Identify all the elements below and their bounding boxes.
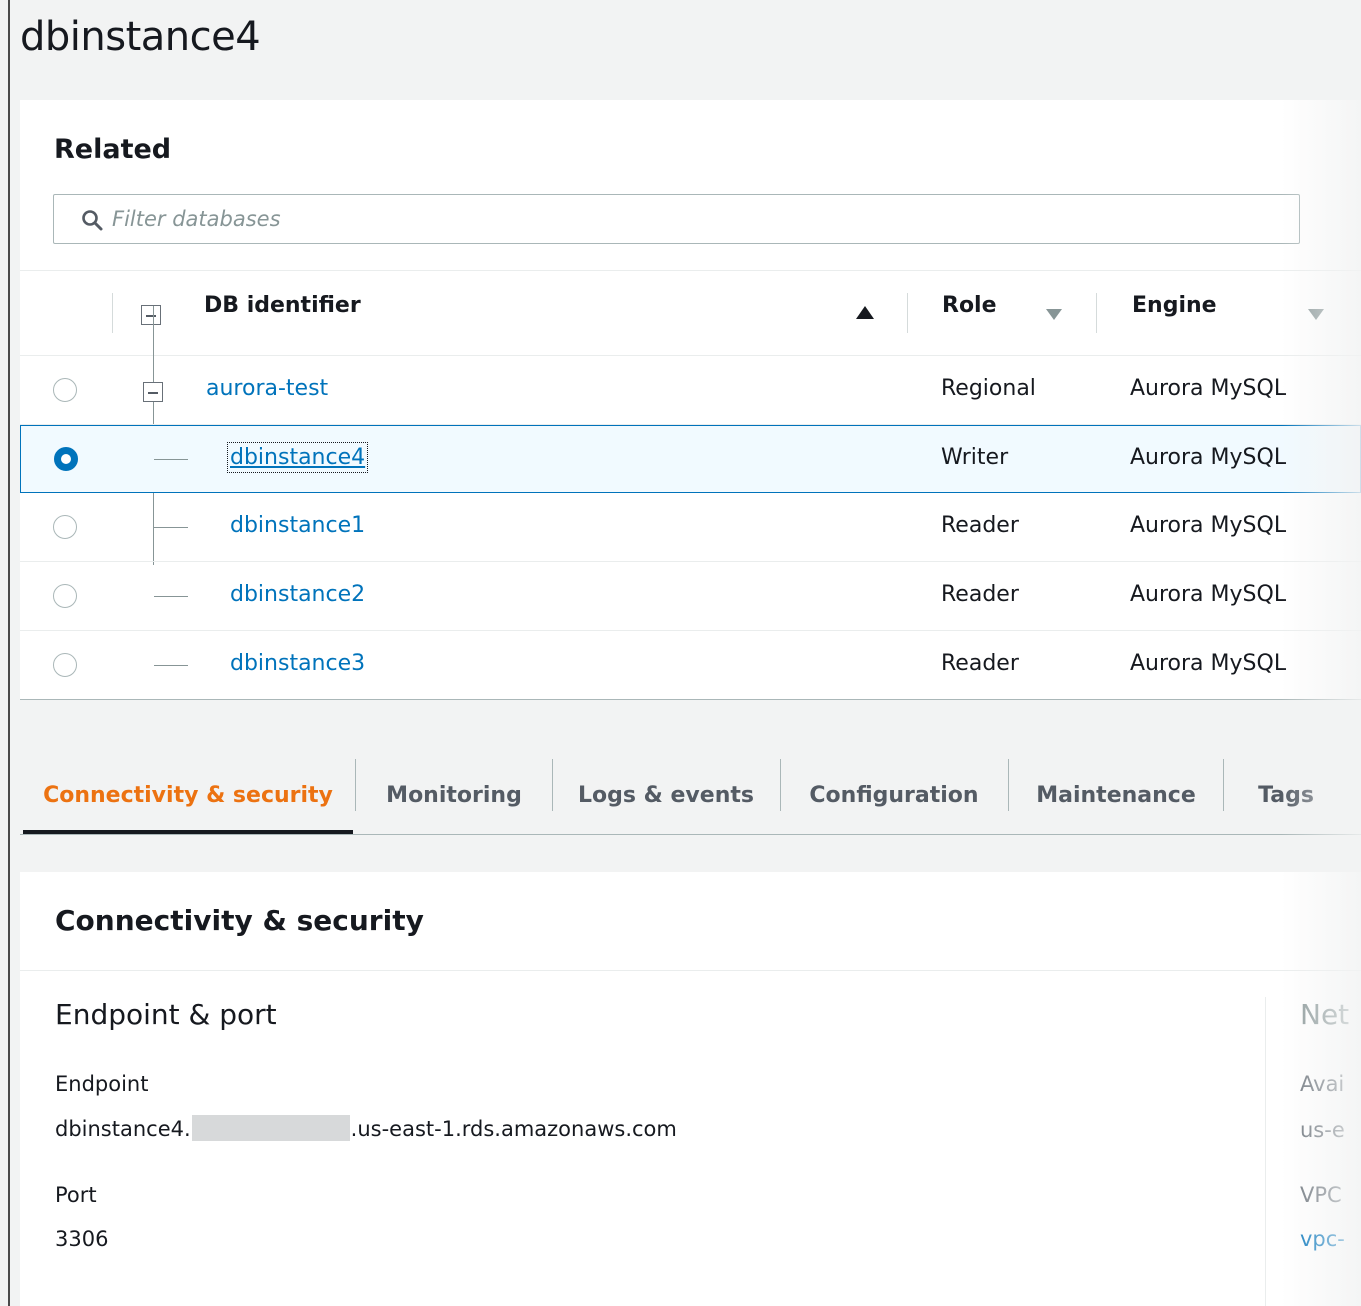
tree-connector xyxy=(154,527,188,528)
table-row-selected[interactable]: dbinstance4 Writer Aurora MySQL xyxy=(20,425,1361,493)
endpoint-suffix: .us-east-1.rds.amazonaws.com xyxy=(350,1117,677,1141)
engine-cell: Aurora MySQL xyxy=(1130,513,1287,538)
port-value: 3306 xyxy=(55,1227,109,1251)
db-identifier-link[interactable]: dbinstance2 xyxy=(230,582,365,607)
db-identifier-link[interactable]: dbinstance4 xyxy=(226,442,369,473)
sort-descending-icon[interactable] xyxy=(1046,309,1062,320)
vpc-link[interactable]: vpc- xyxy=(1300,1227,1345,1251)
endpoint-port-heading: Endpoint & port xyxy=(55,998,277,1031)
networking-heading: Net xyxy=(1300,998,1350,1031)
tree-connector xyxy=(154,459,188,460)
row-radio[interactable] xyxy=(53,515,77,539)
engine-cell: Aurora MySQL xyxy=(1130,582,1287,607)
db-identifier-link[interactable]: aurora-test xyxy=(206,376,328,401)
db-identifier-link[interactable]: dbinstance1 xyxy=(230,513,365,538)
column-header-db-identifier[interactable]: DB identifier xyxy=(204,293,361,318)
tree-connector xyxy=(154,665,188,666)
row-radio[interactable] xyxy=(53,584,77,608)
role-cell: Reader xyxy=(941,582,1019,607)
table-row[interactable]: dbinstance3 Reader Aurora MySQL xyxy=(20,631,1361,699)
row-radio-checked[interactable] xyxy=(54,447,78,471)
role-cell: Reader xyxy=(941,651,1019,676)
tree-connector xyxy=(154,596,188,597)
related-panel: Related DB identifier Role Engine aurora… xyxy=(20,100,1361,700)
availability-zone-label: Avai xyxy=(1300,1072,1345,1096)
role-cell: Regional xyxy=(941,376,1036,401)
engine-cell: Aurora MySQL xyxy=(1130,445,1287,470)
sort-ascending-icon[interactable] xyxy=(856,306,874,319)
column-separator xyxy=(907,293,908,333)
tab-monitoring[interactable]: Monitoring xyxy=(356,755,552,835)
page-title: dbinstance4 xyxy=(20,14,261,60)
related-title: Related xyxy=(54,134,172,165)
column-separator xyxy=(112,293,113,333)
window-frame-edge xyxy=(8,0,10,1306)
filter-databases-box[interactable] xyxy=(53,194,1300,244)
panel-title: Connectivity & security xyxy=(55,904,424,937)
column-separator xyxy=(1096,293,1097,333)
collapse-all-icon[interactable] xyxy=(141,305,161,325)
detail-tabs: Connectivity & security Monitoring Logs … xyxy=(20,755,1361,835)
row-radio[interactable] xyxy=(53,378,77,402)
filter-databases-input[interactable] xyxy=(112,201,1272,237)
engine-cell: Aurora MySQL xyxy=(1130,651,1287,676)
tab-connectivity-security[interactable]: Connectivity & security xyxy=(20,755,356,835)
column-divider xyxy=(1265,997,1266,1306)
active-tab-indicator xyxy=(23,830,353,834)
table-row[interactable]: dbinstance1 Reader Aurora MySQL xyxy=(20,493,1361,561)
column-header-role[interactable]: Role xyxy=(942,293,997,318)
table-top-divider xyxy=(20,270,1361,271)
engine-cell: Aurora MySQL xyxy=(1130,376,1287,401)
port-label: Port xyxy=(55,1183,97,1207)
db-identifier-link[interactable]: dbinstance3 xyxy=(230,651,365,676)
collapse-cluster-icon[interactable] xyxy=(143,382,163,402)
table-row[interactable]: dbinstance2 Reader Aurora MySQL xyxy=(20,562,1361,630)
tab-tags[interactable]: Tags xyxy=(1224,755,1348,835)
endpoint-prefix: dbinstance4. xyxy=(55,1117,191,1141)
availability-zone-value: us-e xyxy=(1300,1118,1345,1142)
tab-configuration[interactable]: Configuration xyxy=(781,755,1007,835)
tab-logs-events[interactable]: Logs & events xyxy=(553,755,779,835)
search-icon xyxy=(82,210,103,231)
connectivity-security-panel: Connectivity & security Endpoint & port … xyxy=(20,872,1361,1306)
column-header-engine[interactable]: Engine xyxy=(1132,293,1217,318)
endpoint-label: Endpoint xyxy=(55,1072,149,1096)
role-cell: Writer xyxy=(941,445,1009,470)
table-row[interactable]: aurora-test Regional Aurora MySQL xyxy=(20,356,1361,424)
endpoint-value[interactable]: dbinstance4. .us-east-1.rds.amazonaws.com xyxy=(55,1115,677,1141)
redacted-block xyxy=(191,1115,350,1141)
sort-descending-icon[interactable] xyxy=(1308,309,1324,320)
role-cell: Reader xyxy=(941,513,1019,538)
tab-maintenance[interactable]: Maintenance xyxy=(1009,755,1223,835)
row-radio[interactable] xyxy=(53,653,77,677)
vpc-label: VPC xyxy=(1300,1183,1342,1207)
panel-header: Connectivity & security xyxy=(20,872,1361,971)
